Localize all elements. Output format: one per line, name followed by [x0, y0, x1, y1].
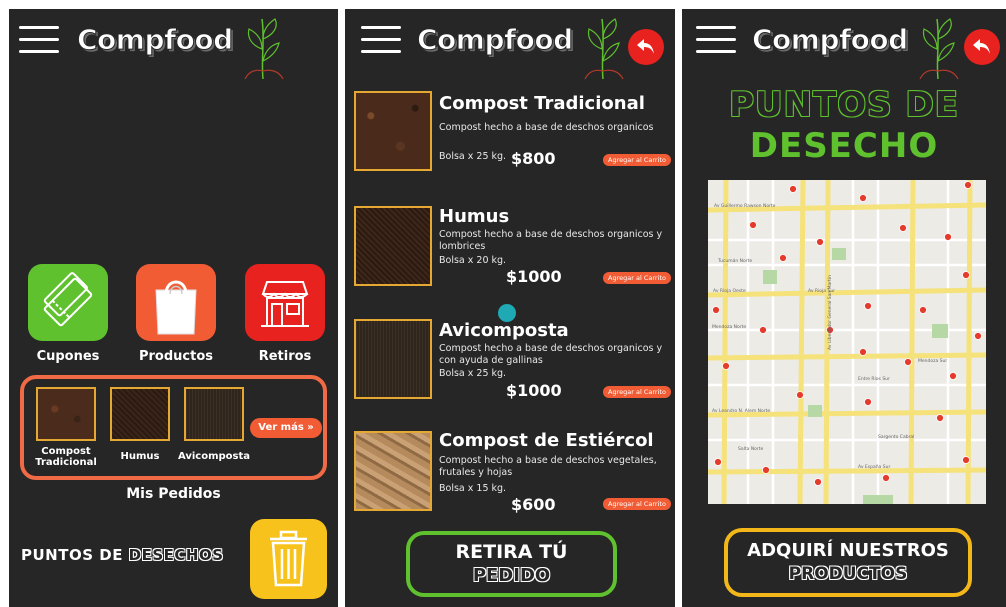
- my-orders-panel: Compost Tradicional Humus Avicomposta Ve…: [20, 375, 327, 480]
- menu-icon[interactable]: [361, 22, 401, 56]
- product-price: $600: [511, 495, 556, 514]
- product-price: $1000: [506, 267, 562, 286]
- trash-icon: [270, 530, 307, 587]
- street-map: Av Guillermo Rawson Norte Av Rioja Sur A…: [708, 180, 986, 504]
- add-to-cart-button[interactable]: Agregar al Carrito: [603, 154, 671, 166]
- coupons-tile[interactable]: [28, 264, 108, 341]
- map-street-label: Salta Norte: [738, 446, 764, 452]
- waste-points-map[interactable]: Av Guillermo Rawson Norte Av Rioja Sur A…: [708, 180, 986, 504]
- back-button[interactable]: [628, 29, 664, 65]
- product-image-avicomposta[interactable]: [354, 319, 432, 399]
- see-more-label: Ver más: [258, 422, 304, 433]
- waste-points-link[interactable]: PUNTOS DE DESECHOS: [21, 546, 224, 564]
- ticket-icon: [43, 272, 93, 327]
- add-to-cart-button[interactable]: Agregar al Carrito: [603, 272, 671, 284]
- pickup-order-button[interactable]: RETIRA TÚ PEDIDO: [406, 531, 617, 597]
- pickup-line2: PEDIDO: [472, 565, 551, 586]
- app-title: Compfood: [77, 23, 234, 57]
- pickup-line1: RETIRA TÚ: [455, 541, 568, 563]
- pickups-tile[interactable]: [245, 264, 325, 341]
- order-thumb-avicomposta[interactable]: [184, 387, 244, 441]
- leaf-logo-icon: [919, 18, 959, 80]
- app-title: Compfood: [752, 23, 909, 57]
- buy-line1: ADQUIRÍ NUESTROS: [747, 540, 949, 561]
- product-quantity: Bolsa x 25 kg.: [439, 368, 507, 379]
- map-street-label: Av Guillermo Rawson Norte: [714, 203, 776, 209]
- menu-icon[interactable]: [19, 22, 59, 56]
- product-title: Compost Tradicional: [439, 93, 645, 114]
- waste-points-title-line2: DESECHO: [749, 126, 939, 166]
- trash-button[interactable]: [250, 519, 327, 599]
- undo-arrow-icon: [973, 39, 990, 54]
- waste-points-screen: Compfood PUNTOS DE DESECHO Av Guillermo …: [682, 9, 1006, 607]
- coupons-label: Cupones: [36, 349, 100, 364]
- products-label: Productos: [138, 349, 214, 364]
- undo-arrow-icon: [637, 39, 654, 54]
- order-thumb-humus[interactable]: [110, 387, 170, 441]
- product-description: Compost hecho a base de deschos organico…: [439, 122, 654, 133]
- product-quantity: Bolsa x 15 kg.: [439, 483, 507, 494]
- map-street-label: Mendoza Sur: [918, 358, 947, 364]
- map-street-label: Av Libertador General San Martín: [826, 275, 833, 350]
- product-title: Avicomposta: [439, 320, 569, 341]
- product-price: $1000: [506, 381, 562, 400]
- map-street-label: Sargento Cabral: [878, 434, 914, 440]
- waste-points-title-line1: PUNTOS DE: [729, 85, 959, 125]
- see-more-button[interactable]: Ver más »: [250, 418, 322, 438]
- home-screen: Compfood Cupones Productos Retiros Compo…: [9, 9, 338, 607]
- my-orders-title: Mis Pedidos: [126, 486, 221, 502]
- product-image-compost[interactable]: [354, 91, 432, 171]
- shopping-bag-icon: [155, 280, 197, 335]
- product-quantity: Bolsa x 20 kg.: [439, 255, 507, 266]
- leaf-logo-icon: [244, 18, 284, 80]
- add-to-cart-button[interactable]: Agregar al Carrito: [603, 498, 671, 510]
- products-screen: Compfood Compost Tradicional Compost hec…: [345, 9, 675, 607]
- buy-line2: PRODUCTOS: [788, 564, 908, 584]
- double-chevron-right-icon: »: [307, 422, 314, 433]
- product-description: Compost hecho a base de deschos organico…: [439, 229, 663, 252]
- product-title: Compost de Estiércol: [439, 430, 654, 451]
- leaf-logo-icon: [584, 18, 624, 80]
- menu-icon[interactable]: [696, 22, 736, 56]
- map-street-label: Entre Ríos Sur: [858, 375, 890, 382]
- waste-points-prefix: PUNTOS DE: [21, 546, 123, 564]
- order-label-compost: Compost Tradicional: [35, 446, 97, 468]
- map-street-label: Av Rioja Oeste: [713, 288, 746, 294]
- products-tile[interactable]: [136, 264, 216, 341]
- back-button[interactable]: [964, 29, 1000, 65]
- pickups-label: Retiros: [258, 349, 312, 364]
- product-title: Humus: [439, 206, 510, 227]
- map-street-label: Tucumán Norte: [717, 257, 752, 264]
- order-label-avicomposta: Avicomposta: [177, 451, 251, 462]
- buy-products-button[interactable]: ADQUIRÍ NUESTROS PRODUCTOS: [724, 528, 972, 597]
- map-street-label: Av España Sur: [858, 464, 890, 470]
- product-description: Compost hecho a base de deschos organico…: [439, 343, 663, 366]
- product-description: Compost hecho a base de deschos vegetale…: [439, 455, 657, 478]
- waste-points-suffix: DESECHOS: [128, 546, 224, 564]
- product-quantity: Bolsa x 25 kg.: [439, 151, 507, 162]
- order-label-humus: Humus: [120, 451, 160, 462]
- add-to-cart-button[interactable]: Agregar al Carrito: [603, 386, 671, 398]
- store-icon: [261, 281, 309, 327]
- product-image-humus[interactable]: [354, 206, 432, 286]
- app-title: Compfood: [417, 23, 574, 57]
- map-street-label: Av Leandro N. Alem Norte: [712, 408, 770, 414]
- product-price: $800: [511, 149, 556, 168]
- product-image-manure[interactable]: [354, 431, 432, 511]
- map-street-label: Mendoza Norte: [712, 324, 746, 330]
- order-thumb-compost[interactable]: [36, 387, 96, 441]
